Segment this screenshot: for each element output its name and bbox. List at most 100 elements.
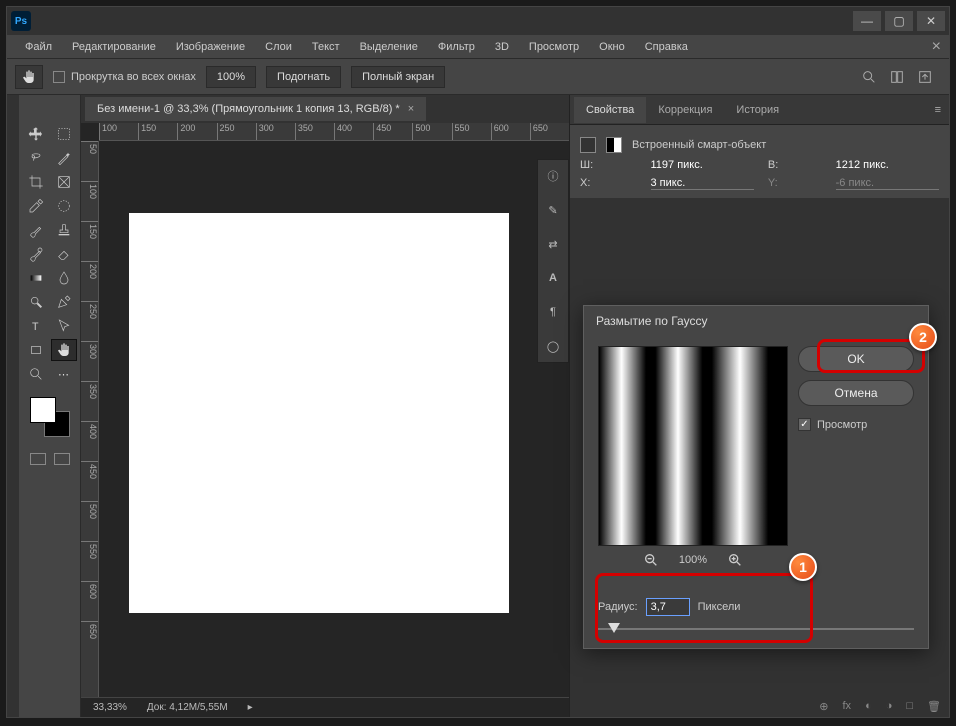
history-brush-tool[interactable] xyxy=(23,243,49,265)
preview-label: Просмотр xyxy=(817,419,867,431)
eyedropper-tool[interactable] xyxy=(23,195,49,217)
annotation-badge-2: 2 xyxy=(909,323,937,351)
swatches-panel-icon[interactable]: ◯ xyxy=(543,336,563,356)
menu-layers[interactable]: Слои xyxy=(255,37,302,57)
frame-tool[interactable] xyxy=(51,171,77,193)
radius-slider[interactable] xyxy=(598,622,914,636)
fx-icon[interactable]: fx xyxy=(843,700,852,713)
zoom-tool[interactable] xyxy=(23,363,49,385)
move-tool[interactable] xyxy=(23,123,49,145)
search-icon[interactable] xyxy=(861,69,877,85)
scroll-all-checkbox[interactable]: Прокрутка во всех окнах xyxy=(53,71,196,83)
menubar-close-icon[interactable]: × xyxy=(932,38,941,56)
preview-checkbox[interactable]: ✓ Просмотр xyxy=(798,418,914,431)
tab-history[interactable]: История xyxy=(724,97,791,123)
color-swatches[interactable] xyxy=(30,397,70,437)
close-button[interactable]: ✕ xyxy=(917,11,945,31)
menu-help[interactable]: Справка xyxy=(635,37,698,57)
properties-panel: Встроенный смарт-объект Ш:1197 пикс. В:1… xyxy=(570,125,949,198)
status-zoom[interactable]: 33,33% xyxy=(93,702,127,713)
dodge-tool[interactable] xyxy=(23,291,49,313)
para-panel-icon[interactable]: ¶ xyxy=(543,302,563,322)
maximize-button[interactable]: ▢ xyxy=(885,11,913,31)
document-area: Без имени-1 @ 33,3% (Прямоугольник 1 коп… xyxy=(81,95,569,717)
new-icon[interactable]: □ xyxy=(906,700,913,713)
adjust-panel-icon[interactable]: ⇄ xyxy=(543,234,563,254)
minimize-button[interactable]: — xyxy=(853,11,881,31)
blur-tool[interactable] xyxy=(51,267,77,289)
fit-button[interactable]: Подогнать xyxy=(266,66,341,88)
fg-color-swatch[interactable] xyxy=(30,397,56,423)
menubar: Файл Редактирование Изображение Слои Тек… xyxy=(7,35,949,59)
zoom-in-icon[interactable] xyxy=(727,552,743,568)
brush-panel-icon[interactable]: ✎ xyxy=(543,200,563,220)
status-bar: 33,33% Док: 4,12M/5,55M ▸ xyxy=(81,697,569,717)
menu-text[interactable]: Текст xyxy=(302,37,350,57)
link-icon[interactable]: ⊕ xyxy=(819,700,828,713)
brush-tool[interactable] xyxy=(23,219,49,241)
info-panel-icon[interactable]: ⓘ xyxy=(543,166,563,186)
marquee-tool[interactable] xyxy=(51,123,77,145)
y-field[interactable]: -6 пикс. xyxy=(836,177,939,190)
menu-select[interactable]: Выделение xyxy=(350,37,428,57)
menu-3d[interactable]: 3D xyxy=(485,37,519,57)
tab-correction[interactable]: Коррекция xyxy=(646,97,724,123)
panel-menu-icon[interactable]: ≡ xyxy=(935,104,941,116)
rectangle-tool[interactable] xyxy=(23,339,49,361)
dialog-preview[interactable] xyxy=(598,346,788,546)
tab-properties[interactable]: Свойства xyxy=(574,97,646,123)
screenmode-icon[interactable] xyxy=(54,453,70,465)
document-tab[interactable]: Без имени-1 @ 33,3% (Прямоугольник 1 коп… xyxy=(85,97,426,121)
wand-tool[interactable] xyxy=(51,147,77,169)
ruler-vertical: 50100150200250300350400450500550600650 xyxy=(81,141,99,697)
options-bar: Прокрутка во всех окнах 100% Подогнать П… xyxy=(7,59,949,95)
mask-icon[interactable]: ◐ xyxy=(865,700,872,713)
toolbox: T ⋯ xyxy=(19,95,81,717)
svg-text:T: T xyxy=(32,321,39,333)
close-tab-icon[interactable]: × xyxy=(408,103,414,115)
menu-edit[interactable]: Редактирование xyxy=(62,37,166,57)
trash-icon[interactable]: 🗑 xyxy=(927,700,941,713)
crop-tool[interactable] xyxy=(23,171,49,193)
status-doc: Док: 4,12M/5,55M xyxy=(147,702,228,713)
arrange-icon[interactable] xyxy=(889,69,905,85)
x-field[interactable]: 3 пикс. xyxy=(651,177,754,190)
smart-object-icon xyxy=(580,137,596,153)
hand-tool[interactable] xyxy=(51,339,77,361)
fullscreen-button[interactable]: Полный экран xyxy=(351,66,445,88)
lasso-tool[interactable] xyxy=(23,147,49,169)
pen-tool[interactable] xyxy=(51,291,77,313)
collapsed-panel-icons: ⓘ ✎ ⇄ A ¶ ◯ xyxy=(537,159,569,363)
panel-tabs: Свойства Коррекция История ≡ xyxy=(570,95,949,125)
patch-tool[interactable] xyxy=(51,195,77,217)
zoom-out-icon[interactable] xyxy=(643,552,659,568)
properties-title: Встроенный смарт-объект xyxy=(632,139,766,151)
gradient-tool[interactable] xyxy=(23,267,49,289)
gaussian-blur-dialog: Размытие по Гауссу 100% OK Отмена ✓ Прос xyxy=(583,305,929,649)
menu-image[interactable]: Изображение xyxy=(166,37,255,57)
char-panel-icon[interactable]: A xyxy=(543,268,563,288)
ok-button[interactable]: OK xyxy=(798,346,914,372)
menu-file[interactable]: Файл xyxy=(15,37,62,57)
main-area: T ⋯ Без имени-1 @ 33,3% (Прямоугольник 1… xyxy=(7,95,949,717)
adjustment-icon[interactable]: ◑ xyxy=(886,700,893,713)
radius-unit: Пиксели xyxy=(698,601,741,613)
menu-window[interactable]: Окно xyxy=(589,37,635,57)
edit-toolbar[interactable]: ⋯ xyxy=(51,363,77,385)
quickmask-icon[interactable] xyxy=(30,453,46,465)
radius-label: Радиус: xyxy=(598,601,638,613)
hand-tool-icon[interactable] xyxy=(15,65,43,89)
zoom-100-button[interactable]: 100% xyxy=(206,66,256,88)
menu-view[interactable]: Просмотр xyxy=(519,37,589,57)
eraser-tool[interactable] xyxy=(51,243,77,265)
scroll-all-label: Прокрутка во всех окнах xyxy=(71,71,196,83)
share-icon[interactable] xyxy=(917,69,933,85)
path-select-tool[interactable] xyxy=(51,315,77,337)
cancel-button[interactable]: Отмена xyxy=(798,380,914,406)
stamp-tool[interactable] xyxy=(51,219,77,241)
type-tool[interactable]: T xyxy=(23,315,49,337)
canvas[interactable] xyxy=(129,213,509,613)
menu-filter[interactable]: Фильтр xyxy=(428,37,485,57)
radius-input[interactable] xyxy=(646,598,690,616)
titlebar: Ps — ▢ ✕ xyxy=(7,7,949,35)
